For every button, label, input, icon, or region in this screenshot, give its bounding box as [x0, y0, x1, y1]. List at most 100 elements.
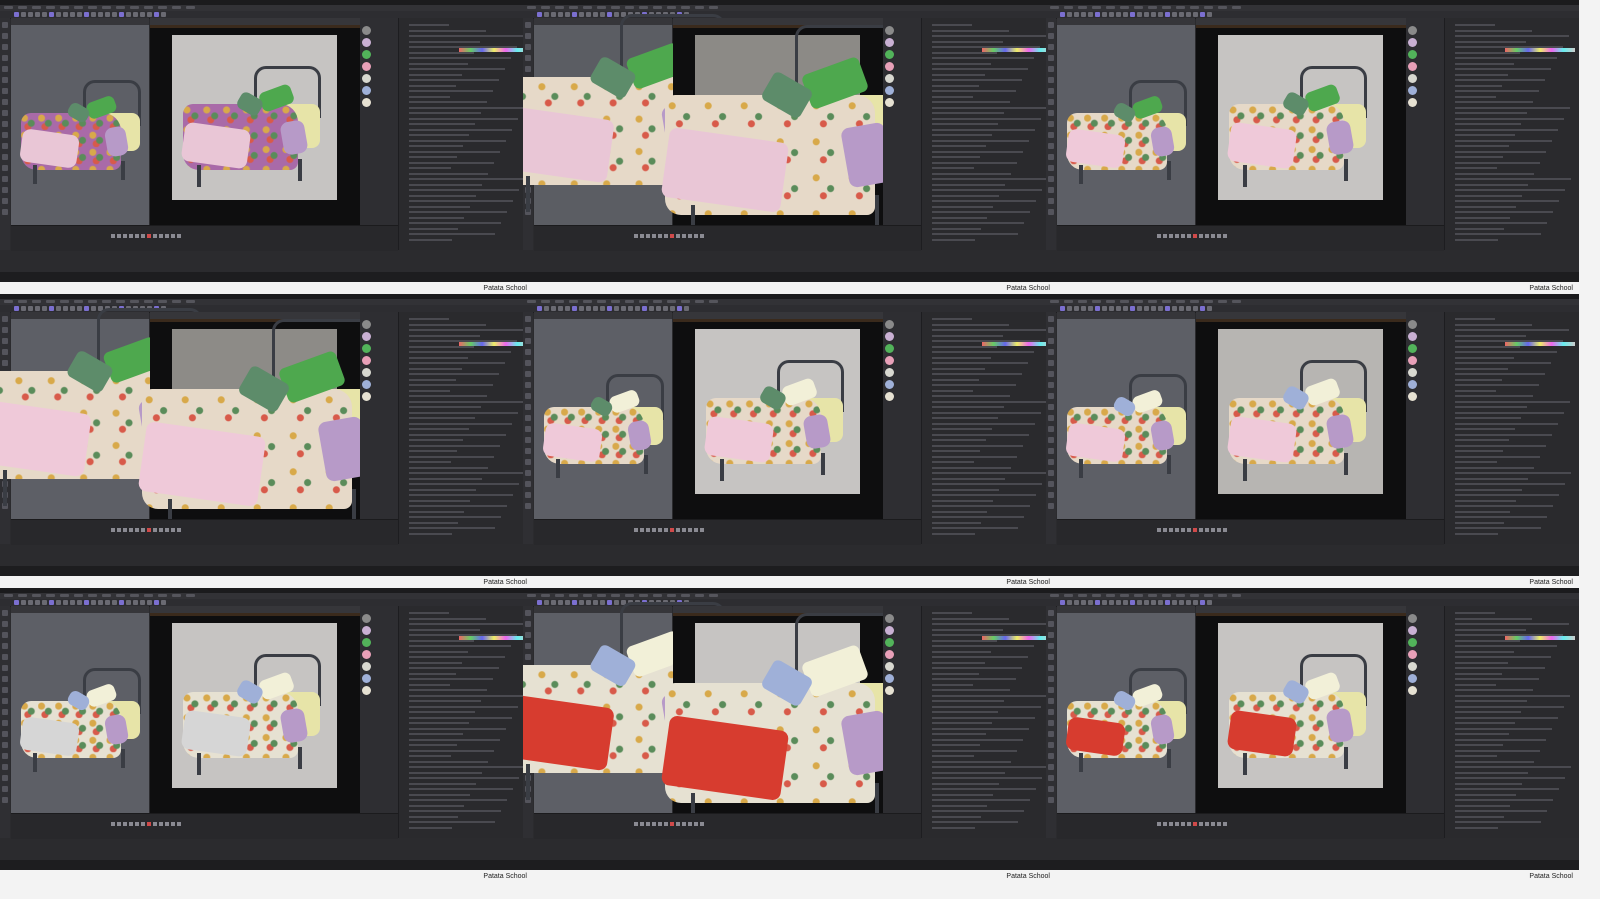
tool-icon[interactable]	[1048, 753, 1054, 759]
menu-item-marker[interactable]	[1064, 300, 1073, 303]
playback-button[interactable]	[1205, 528, 1209, 532]
material-swatch[interactable]	[362, 50, 371, 59]
attribute-row[interactable]	[1455, 68, 1551, 70]
toolbar-icon[interactable]	[147, 12, 152, 17]
material-swatch[interactable]	[1408, 74, 1417, 83]
toolbar-icon[interactable]	[1074, 600, 1079, 605]
playback-button[interactable]	[688, 822, 692, 826]
menu-item-marker[interactable]	[102, 594, 111, 597]
attribute-row[interactable]	[409, 678, 493, 680]
toolbar-icon[interactable]	[614, 306, 619, 311]
timeline[interactable]	[11, 519, 398, 545]
attribute-row[interactable]	[1455, 428, 1515, 430]
toolbar-icon[interactable]	[98, 12, 103, 17]
attribute-row[interactable]	[409, 700, 481, 702]
toolbar-icon[interactable]	[112, 12, 117, 17]
toolbar-icon[interactable]	[684, 306, 689, 311]
toolbar-icon[interactable]	[663, 306, 668, 311]
playback-button[interactable]	[700, 822, 704, 826]
toolbar-icon[interactable]	[1144, 306, 1149, 311]
toolbar-icon[interactable]	[1123, 306, 1128, 311]
toolbar-icon[interactable]	[1172, 600, 1177, 605]
attribute-row[interactable]	[932, 744, 980, 746]
toolbar-icon[interactable]	[77, 600, 82, 605]
playback-button[interactable]	[670, 528, 674, 532]
toolbar-icon[interactable]	[1102, 600, 1107, 605]
material-swatch[interactable]	[885, 38, 894, 47]
menu-item-marker[interactable]	[1148, 300, 1157, 303]
tool-icon[interactable]	[1048, 132, 1054, 138]
tool-icon[interactable]	[1048, 99, 1054, 105]
menu-item-marker[interactable]	[60, 6, 69, 9]
attribute-row[interactable]	[932, 472, 1048, 474]
tool-icon[interactable]	[2, 198, 8, 204]
menu-item-marker[interactable]	[102, 6, 111, 9]
playback-button[interactable]	[1211, 528, 1215, 532]
menu-item-marker[interactable]	[144, 594, 153, 597]
material-swatch[interactable]	[362, 614, 371, 623]
playback-button[interactable]	[1169, 822, 1173, 826]
material-swatch[interactable]	[362, 392, 371, 401]
attribute-row[interactable]	[932, 700, 1004, 702]
playback-button[interactable]	[171, 528, 175, 532]
render-preview[interactable]	[150, 616, 360, 813]
tool-icon[interactable]	[2, 621, 8, 627]
tool-icon[interactable]	[1048, 437, 1054, 443]
material-swatch[interactable]	[362, 626, 371, 635]
playback-button[interactable]	[135, 822, 139, 826]
attribute-row[interactable]	[932, 24, 972, 26]
menu-item-marker[interactable]	[639, 300, 648, 303]
playback-button[interactable]	[129, 822, 133, 826]
attribute-row[interactable]	[1455, 656, 1551, 658]
toolbar-icon[interactable]	[112, 600, 117, 605]
3d-viewport[interactable]	[1057, 319, 1195, 519]
attribute-row[interactable]	[932, 362, 1028, 364]
toolbar-icon[interactable]	[105, 12, 110, 17]
playback-button[interactable]	[1211, 822, 1215, 826]
tool-icon[interactable]	[1048, 165, 1054, 171]
playback-button[interactable]	[682, 822, 686, 826]
material-swatch[interactable]	[362, 638, 371, 647]
toolbar-icon[interactable]	[1151, 600, 1156, 605]
tool-icon[interactable]	[1048, 720, 1054, 726]
toolbar-icon[interactable]	[70, 12, 75, 17]
playback-button[interactable]	[640, 528, 644, 532]
material-swatch[interactable]	[885, 686, 894, 695]
menu-item-marker[interactable]	[18, 6, 27, 9]
attribute-row[interactable]	[409, 612, 449, 614]
tool-icon[interactable]	[2, 55, 8, 61]
playback-button[interactable]	[1157, 822, 1161, 826]
playback-button[interactable]	[153, 528, 157, 532]
toolbar-icon[interactable]	[1193, 306, 1198, 311]
attribute-row[interactable]	[1455, 134, 1515, 136]
playback-button[interactable]	[159, 528, 163, 532]
menu-item-marker[interactable]	[527, 300, 536, 303]
playback-button[interactable]	[159, 822, 163, 826]
toolbar-icon[interactable]	[1165, 600, 1170, 605]
tool-icon[interactable]	[1048, 66, 1054, 72]
toolbar-icon[interactable]	[91, 600, 96, 605]
playback-button[interactable]	[1163, 528, 1167, 532]
attribute-row[interactable]	[409, 744, 457, 746]
tool-icon[interactable]	[1048, 632, 1054, 638]
attribute-row[interactable]	[1455, 516, 1547, 518]
tool-icon[interactable]	[2, 44, 8, 50]
attribute-row[interactable]	[1455, 472, 1571, 474]
toolbar-icon[interactable]	[84, 12, 89, 17]
tool-icon[interactable]	[1048, 731, 1054, 737]
menu-item-marker[interactable]	[1204, 300, 1213, 303]
menu-item-marker[interactable]	[186, 594, 195, 597]
toolbar-icon[interactable]	[63, 600, 68, 605]
material-swatch[interactable]	[885, 650, 894, 659]
menu-item-marker[interactable]	[555, 300, 564, 303]
tool-icon[interactable]	[1048, 492, 1054, 498]
attribute-row[interactable]	[409, 384, 493, 386]
menu-item-marker[interactable]	[583, 300, 592, 303]
playback-button[interactable]	[1181, 822, 1185, 826]
tool-icon[interactable]	[2, 654, 8, 660]
attribute-row[interactable]	[409, 112, 481, 114]
menu-item-marker[interactable]	[46, 6, 55, 9]
toolbar-icon[interactable]	[1144, 12, 1149, 17]
attribute-row[interactable]	[932, 178, 1048, 180]
attribute-row[interactable]	[409, 472, 525, 474]
